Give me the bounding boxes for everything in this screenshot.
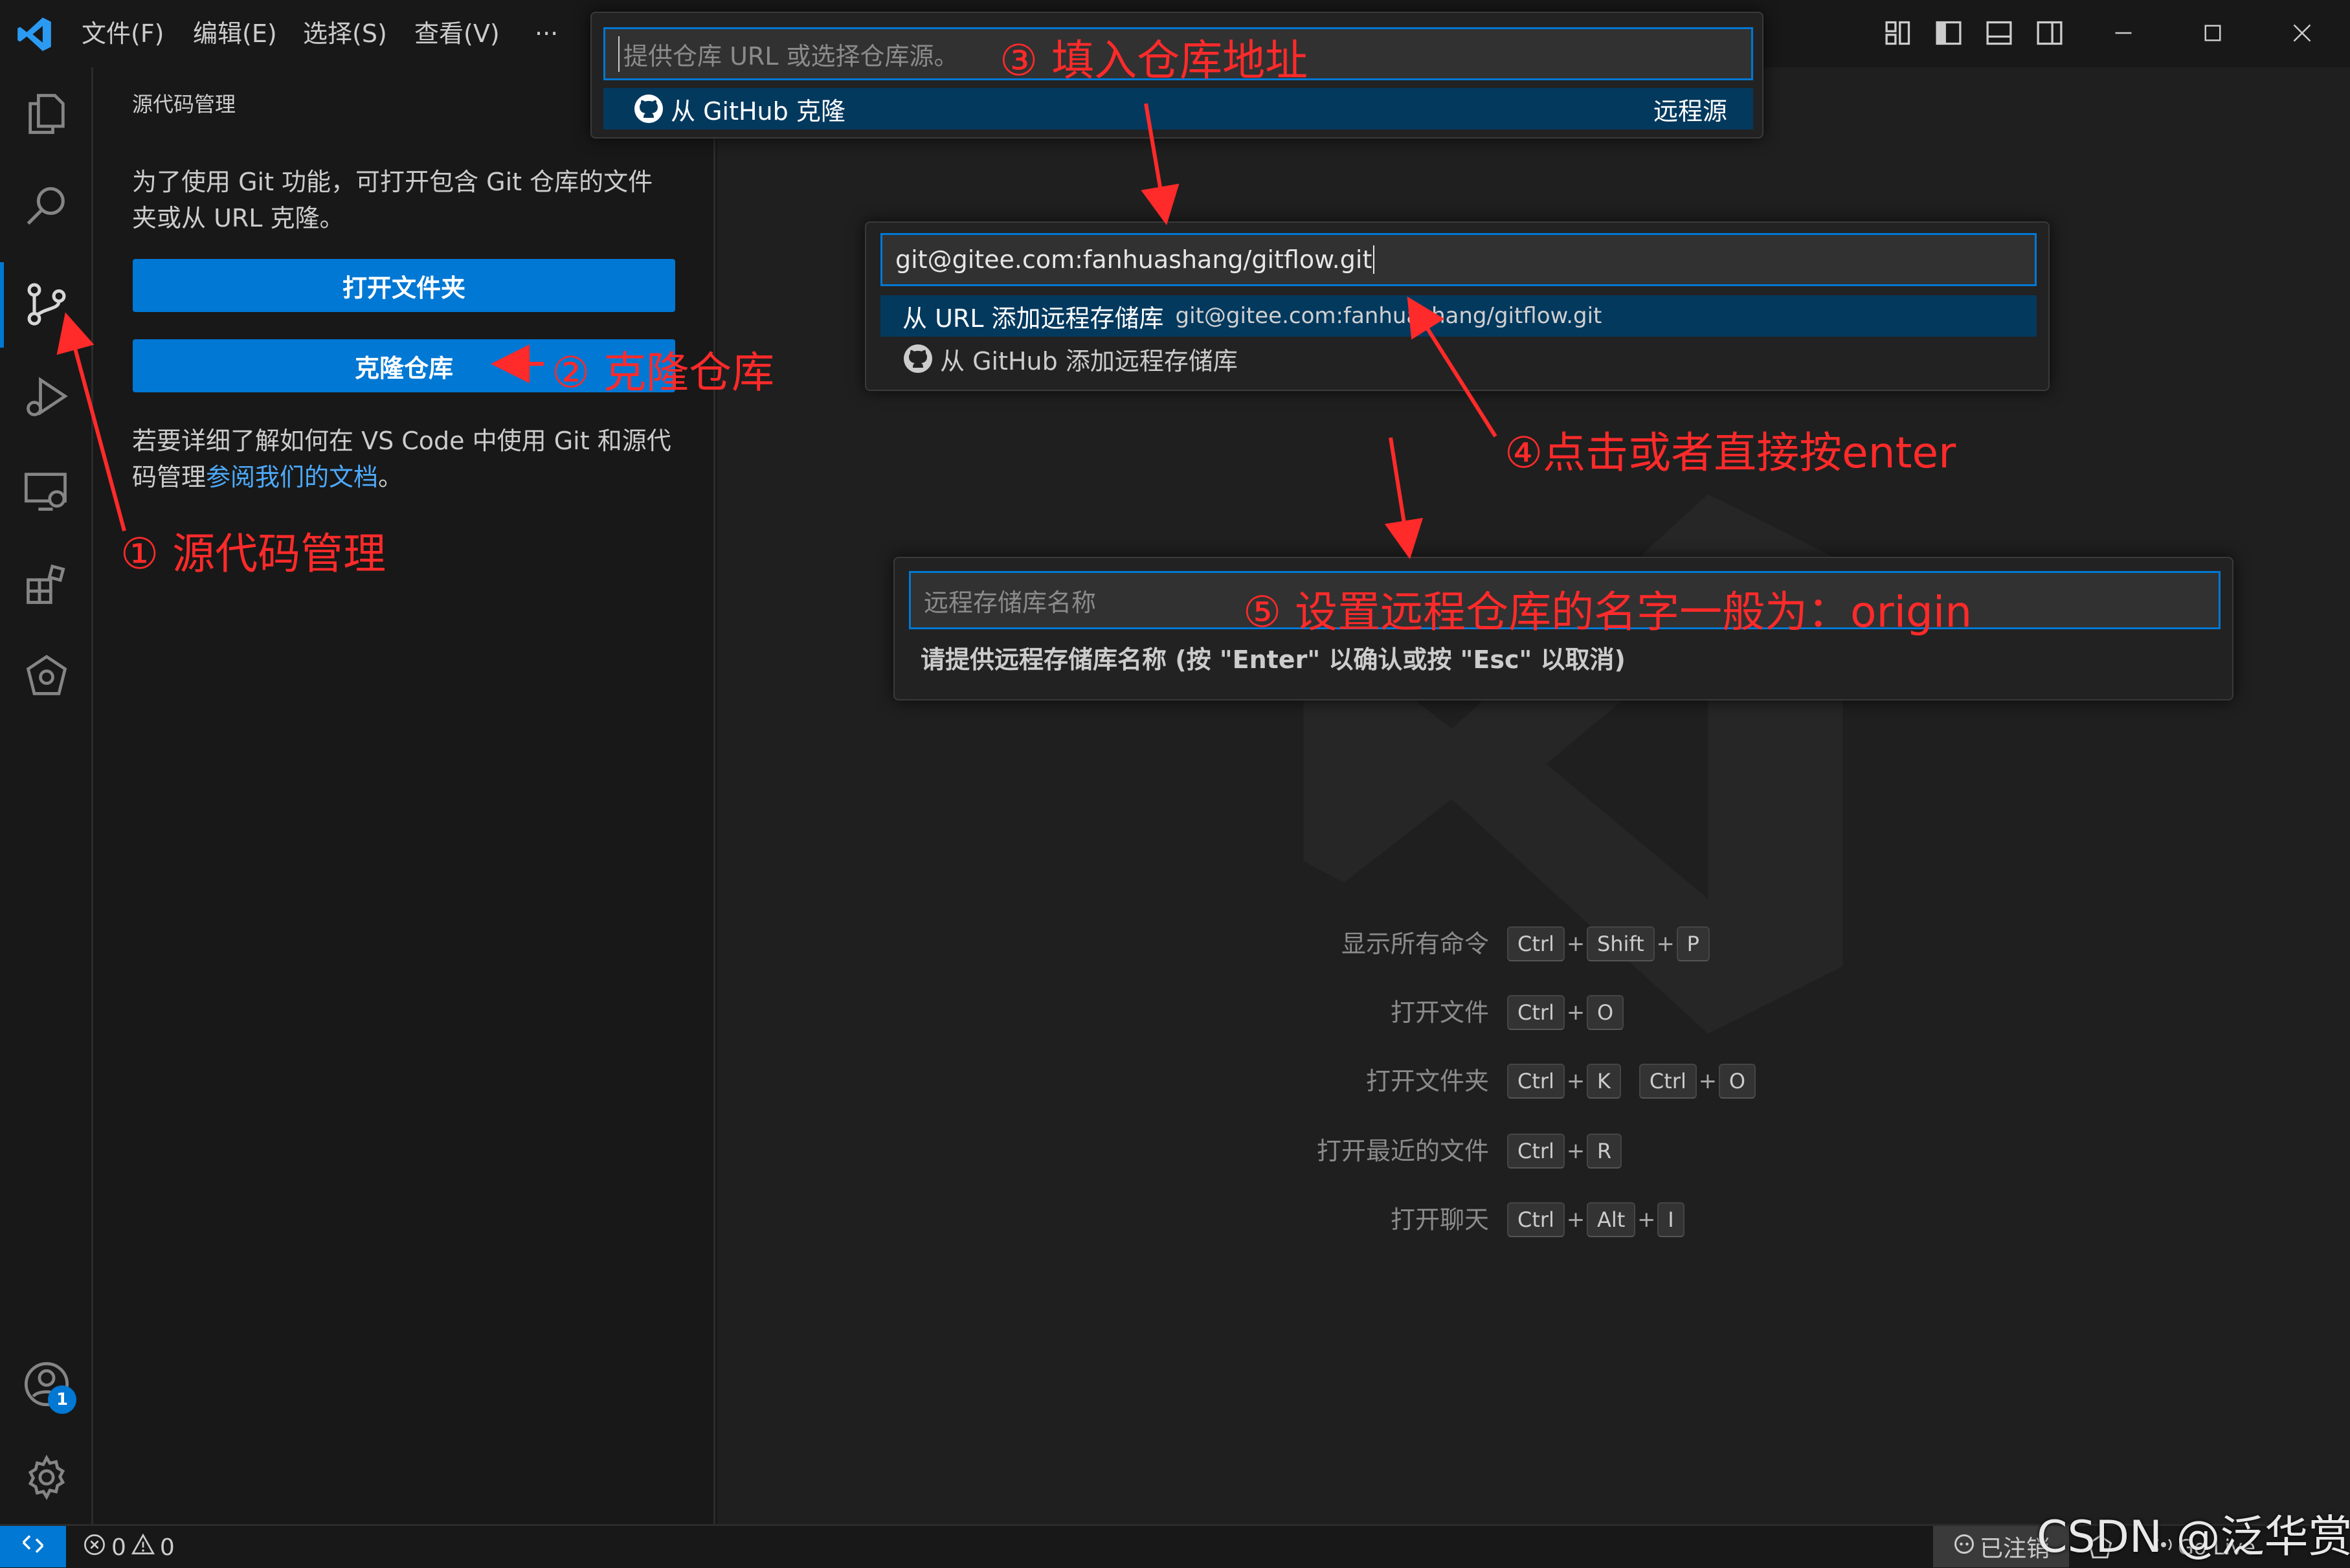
shortcut-keys-open-recent: Ctrl + R bbox=[1507, 1134, 1622, 1169]
docs-prefix: 码管理 bbox=[132, 463, 207, 491]
source-control-icon[interactable] bbox=[14, 272, 79, 337]
kbd: O bbox=[1586, 995, 1624, 1030]
sidebar-docs-line2: 码管理参阅我们的文档。 bbox=[132, 457, 403, 493]
sidebar-title: 源代码管理 bbox=[132, 92, 236, 117]
docs-link[interactable]: 参阅我们的文档 bbox=[206, 463, 378, 491]
status-bar: 0 0 已注销 Go Live bbox=[0, 1524, 2350, 1567]
plus: + bbox=[1566, 1207, 1585, 1233]
plus: + bbox=[1698, 1068, 1718, 1094]
clone-from-github-item[interactable]: 从 GitHub 克隆 远程源 bbox=[603, 88, 1753, 129]
menu-view[interactable]: 查看(V) bbox=[414, 14, 500, 53]
remote-icon bbox=[20, 1531, 46, 1563]
add-remote-from-github-item[interactable]: 从 GitHub 添加远程存储库 bbox=[880, 338, 2037, 379]
annotation-1: ① 源代码管理 bbox=[120, 529, 386, 579]
kbd: K bbox=[1586, 1064, 1621, 1099]
search-icon[interactable] bbox=[14, 175, 79, 240]
shortcut-label-show-commands: 显示所有命令 bbox=[1341, 930, 1489, 958]
kbd: Alt bbox=[1586, 1202, 1636, 1237]
add-remote-url-label: 从 URL 添加远程存储库 bbox=[902, 304, 1164, 333]
vscode-logo-icon bbox=[14, 14, 54, 54]
explorer-icon[interactable] bbox=[14, 82, 79, 146]
accounts-badge: 1 bbox=[48, 1385, 76, 1414]
sidebar-docs-line1: 若要详细了解如何在 VS Code 中使用 Git 和源代 bbox=[132, 427, 671, 455]
kbd: O bbox=[1718, 1064, 1756, 1099]
annotation-5: ⑤ 设置远程仓库的名字一般为：origin bbox=[1243, 587, 1973, 637]
toggle-panel-icon[interactable] bbox=[1973, 12, 2025, 54]
minimize-icon[interactable] bbox=[2098, 12, 2149, 54]
shortcut-label-open-folder: 打开文件夹 bbox=[1365, 1067, 1489, 1095]
plus: + bbox=[1566, 931, 1585, 957]
github-icon bbox=[633, 93, 664, 124]
kbd: Ctrl bbox=[1507, 1202, 1565, 1237]
extensions-icon[interactable] bbox=[14, 552, 79, 616]
text-cursor bbox=[1373, 245, 1375, 274]
docs-suffix: 。 bbox=[378, 463, 403, 491]
customize-layout-icon[interactable] bbox=[1872, 12, 1924, 54]
annotation-3: ③ 填入仓库地址 bbox=[1000, 36, 1308, 85]
remote-name-hint: 请提供远程存储库名称 (按 "Enter" 以确认或按 "Esc" 以取消) bbox=[921, 645, 1626, 674]
github-icon bbox=[902, 343, 934, 374]
shortcut-label-open-file: 打开文件 bbox=[1390, 998, 1489, 1027]
remote-explorer-icon[interactable] bbox=[14, 458, 79, 523]
sidebar-intro-line1: 为了使用 Git 功能，可打开包含 Git 仓库的文件 bbox=[132, 168, 653, 196]
menu-edit[interactable]: 编辑(E) bbox=[193, 14, 277, 53]
remote-indicator[interactable] bbox=[0, 1526, 66, 1567]
annotation-4: ④点击或者直接按enter bbox=[1505, 428, 1956, 478]
repo-url-placeholder: 提供仓库 URL 或选择仓库源。 bbox=[618, 36, 959, 72]
annotation-2: ② 克隆仓库 bbox=[552, 348, 775, 398]
kbd: Ctrl bbox=[1639, 1064, 1697, 1099]
sidebar-intro-line2: 夹或从 URL 克隆。 bbox=[132, 204, 344, 232]
settings-gear-icon[interactable] bbox=[14, 1445, 79, 1510]
run-debug-icon[interactable] bbox=[14, 364, 79, 429]
kbd: Ctrl bbox=[1507, 1064, 1565, 1099]
warning-icon bbox=[131, 1533, 155, 1562]
clone-item-label: 从 GitHub 克隆 bbox=[671, 96, 845, 126]
plus: + bbox=[1566, 1000, 1585, 1025]
remote-url-input[interactable]: git@gitee.com:fanhuashang/gitflow.git bbox=[880, 233, 2037, 286]
toggle-primary-sidebar-icon[interactable] bbox=[1923, 12, 1975, 54]
menu-file[interactable]: 文件(F) bbox=[82, 14, 164, 53]
error-count: 0 bbox=[111, 1534, 126, 1561]
add-remote-url-detail: git@gitee.com:fanhuashang/gitflow.git bbox=[1175, 303, 1602, 329]
plus: + bbox=[1566, 1138, 1585, 1164]
shortcut-keys-open-file: Ctrl + O bbox=[1507, 995, 1624, 1030]
remote-name-placeholder: 远程存储库名称 bbox=[924, 588, 1097, 617]
error-icon bbox=[83, 1533, 106, 1562]
kbd: Ctrl bbox=[1507, 1134, 1565, 1169]
add-remote-from-url-item[interactable]: 从 URL 添加远程存储库 git@gitee.com:fanhuashang/… bbox=[880, 295, 2037, 337]
kbd: Shift bbox=[1586, 926, 1655, 961]
active-indicator bbox=[0, 262, 4, 348]
plus: + bbox=[1566, 1068, 1585, 1094]
problems-indicator[interactable]: 0 0 bbox=[83, 1530, 175, 1565]
shortcut-keys-show-commands: Ctrl + Shift + P bbox=[1507, 926, 1710, 961]
remote-url-value: git@gitee.com:fanhuashang/gitflow.git bbox=[895, 245, 1372, 274]
gitlens-icon[interactable] bbox=[14, 645, 79, 710]
warning-count: 0 bbox=[159, 1534, 175, 1561]
kbd: R bbox=[1586, 1134, 1622, 1169]
maximize-icon[interactable] bbox=[2187, 12, 2239, 54]
close-icon[interactable] bbox=[2276, 12, 2328, 54]
shortcut-list: 显示所有命令 Ctrl + Shift + P 打开文件 Ctrl + O 打开… bbox=[1101, 926, 1877, 1249]
open-folder-button[interactable]: 打开文件夹 bbox=[133, 259, 675, 312]
shortcut-keys-open-chat: Ctrl + Alt + I bbox=[1507, 1202, 1684, 1237]
kbd: I bbox=[1657, 1202, 1684, 1237]
add-remote-github-label: 从 GitHub 添加远程存储库 bbox=[940, 346, 1238, 375]
shortcut-label-open-chat: 打开聊天 bbox=[1390, 1205, 1489, 1234]
kbd: Ctrl bbox=[1507, 926, 1565, 961]
plus: + bbox=[1656, 931, 1675, 957]
kbd: Ctrl bbox=[1507, 995, 1565, 1030]
toggle-secondary-sidebar-icon[interactable] bbox=[2024, 12, 2076, 54]
shortcut-keys-open-folder: Ctrl + K Ctrl + O bbox=[1507, 1064, 1756, 1099]
menu-select[interactable]: 选择(S) bbox=[303, 14, 387, 53]
add-remote-quick-pick: git@gitee.com:fanhuashang/gitflow.git 从 … bbox=[865, 221, 2050, 391]
menu-more[interactable]: ··· bbox=[535, 14, 558, 53]
shortcut-label-open-recent: 打开最近的文件 bbox=[1316, 1137, 1489, 1165]
copilot-icon bbox=[1953, 1532, 1976, 1562]
clone-item-detail: 远程源 bbox=[1653, 96, 1727, 126]
key-gap bbox=[1621, 1064, 1639, 1099]
kbd: P bbox=[1676, 926, 1710, 961]
csdn-watermark: CSDN @泛华赏 bbox=[2037, 1512, 2350, 1563]
plus: + bbox=[1637, 1207, 1656, 1233]
